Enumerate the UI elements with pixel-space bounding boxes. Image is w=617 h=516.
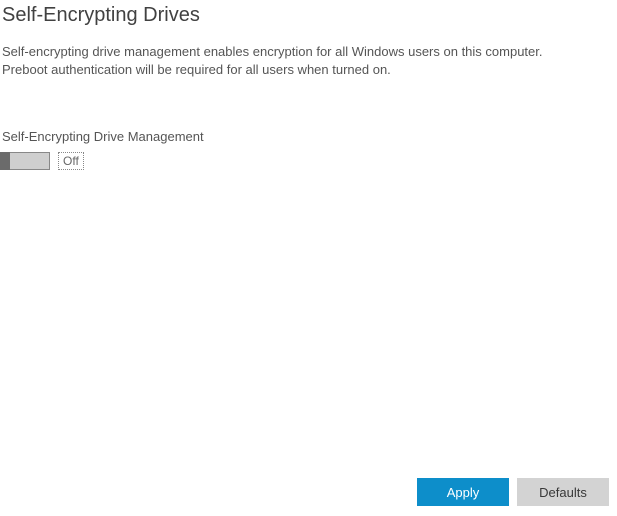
defaults-button[interactable]: Defaults [517,478,609,506]
toggle-knob [0,152,10,170]
toggle-row: Off [0,144,617,170]
page-title: Self-Encrypting Drives [0,0,617,37]
description-text: Self-encrypting drive management enables… [0,37,617,79]
description-line-2: Preboot authentication will be required … [2,62,391,77]
apply-button[interactable]: Apply [417,478,509,506]
toggle-state-label: Off [58,152,84,170]
description-line-1: Self-encrypting drive management enables… [2,44,543,59]
sed-management-toggle[interactable] [0,152,50,170]
footer-buttons: Apply Defaults [417,478,609,506]
section-label: Self-Encrypting Drive Management [0,79,617,144]
